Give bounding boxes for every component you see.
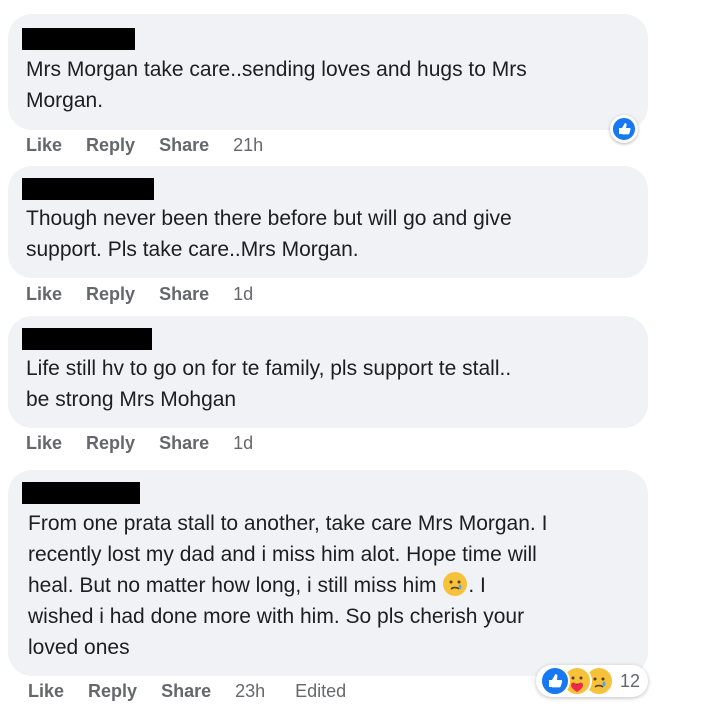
comment-actions: Like Reply Share 21h (26, 135, 293, 156)
redacted-author-name (22, 482, 140, 504)
share-button[interactable]: Share (159, 284, 209, 305)
share-button[interactable]: Share (159, 433, 209, 454)
like-button[interactable]: Like (26, 135, 62, 156)
like-button[interactable]: Like (28, 681, 64, 702)
reply-button[interactable]: Reply (86, 284, 135, 305)
redacted-author-name (22, 328, 152, 350)
comment-text: Mrs Morgan take care..sending loves and … (26, 58, 527, 112)
comment-actions: Like Reply Share 23h Edited (28, 681, 376, 702)
timestamp[interactable]: 1d (233, 433, 253, 454)
reply-button[interactable]: Reply (86, 135, 135, 156)
share-button[interactable]: Share (161, 681, 211, 702)
timestamp[interactable]: 1d (233, 284, 253, 305)
like-reaction-badge[interactable] (610, 115, 638, 143)
comment-actions: Like Reply Share 1d (26, 284, 283, 305)
comment-text: Life still hv to go on for te family, pl… (26, 357, 512, 411)
edited-label: Edited (295, 681, 347, 701)
like-button[interactable]: Like (26, 433, 62, 454)
like-button[interactable]: Like (26, 284, 62, 305)
timestamp[interactable]: 23h (235, 681, 265, 702)
thumbs-up-icon (540, 666, 570, 696)
sad-face-emoji-icon (443, 572, 468, 596)
share-button[interactable]: Share (159, 135, 209, 156)
redacted-author-name (22, 178, 154, 200)
timestamp[interactable]: 21h (233, 135, 263, 156)
comment-actions: Like Reply Share 1d (26, 433, 283, 454)
thumbs-up-icon (611, 116, 637, 142)
comment-text: From one prata stall to another, take ca… (28, 508, 638, 663)
reply-button[interactable]: Reply (88, 681, 137, 702)
reactions-summary[interactable]: 12 (536, 665, 649, 697)
redacted-author-name (22, 28, 135, 50)
reply-button[interactable]: Reply (86, 433, 135, 454)
comment-text: Though never been there before but will … (26, 207, 512, 261)
reaction-count: 12 (620, 670, 641, 691)
